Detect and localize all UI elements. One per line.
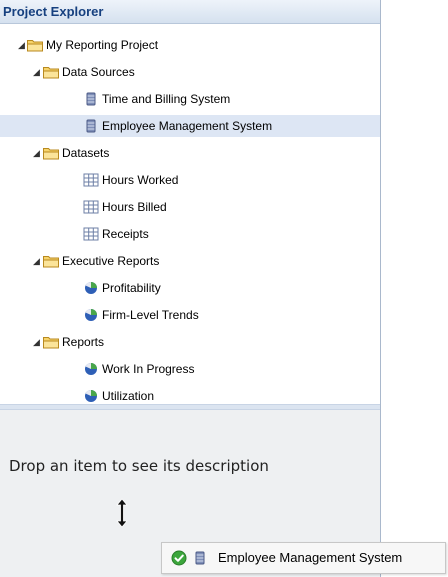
tree-node-report[interactable]: Profitability <box>0 277 380 299</box>
report-icon <box>83 362 99 376</box>
tree-node-label: Firm-Level Trends <box>102 308 199 322</box>
tree-node-executive-reports[interactable]: ◢ Executive Reports <box>0 250 380 272</box>
tree-node-label: My Reporting Project <box>46 38 159 52</box>
tree-node-data-source-selected[interactable]: Employee Management System <box>0 115 380 137</box>
folder-open-icon <box>43 146 59 160</box>
tree-node-datasets[interactable]: ◢ Datasets <box>0 142 380 164</box>
tree-node-label: Employee Management System <box>102 119 273 133</box>
tree-node-report[interactable]: Firm-Level Trends <box>0 304 380 326</box>
folder-open-icon <box>27 38 43 52</box>
drag-preview-label: Employee Management System <box>218 550 403 565</box>
tree-node-label: Data Sources <box>62 65 135 79</box>
expand-arrow-icon[interactable]: ◢ <box>32 61 41 83</box>
report-icon <box>83 389 99 403</box>
database-icon <box>83 92 99 106</box>
expand-arrow-icon[interactable]: ◢ <box>32 331 41 353</box>
expand-arrow-icon[interactable]: ◢ <box>32 250 41 272</box>
tree-node-label: Hours Worked <box>102 173 179 187</box>
tree-node-label: Reports <box>62 335 105 349</box>
tree-node-report[interactable]: Work In Progress <box>0 358 380 380</box>
report-icon <box>83 308 99 322</box>
report-icon <box>83 281 99 295</box>
tree-node-label: Profitability <box>102 281 161 295</box>
tree-node-dataset[interactable]: Receipts <box>0 223 380 245</box>
tree-node-label: Receipts <box>102 227 149 241</box>
resize-vertical-cursor-icon <box>116 498 128 528</box>
tree-node-project[interactable]: ◢ My Reporting Project <box>0 34 380 56</box>
tree-node-label: Time and Billing System <box>102 92 231 106</box>
tree-node-label: Hours Billed <box>102 200 167 214</box>
tree-node-label: Work In Progress <box>102 362 195 376</box>
table-grid-icon <box>83 227 99 241</box>
database-icon <box>83 119 99 133</box>
drop-zone-hint: Drop an item to see its description <box>9 457 269 475</box>
database-icon <box>192 551 208 565</box>
folder-open-icon <box>43 254 59 268</box>
tree-node-label: Executive Reports <box>62 254 160 268</box>
table-grid-icon <box>83 200 99 214</box>
tree-node-reports[interactable]: ◢ Reports <box>0 331 380 353</box>
tree-node-dataset[interactable]: Hours Billed <box>0 196 380 218</box>
tree-node-data-source[interactable]: Time and Billing System <box>0 88 380 110</box>
tree-node-label: Datasets <box>62 146 110 160</box>
green-check-icon <box>171 550 187 566</box>
project-explorer-panel: Project Explorer ◢ My Reporting Project … <box>0 0 381 577</box>
expand-arrow-icon[interactable]: ◢ <box>17 34 26 56</box>
tree-node-data-sources[interactable]: ◢ Data Sources <box>0 61 380 83</box>
tree-node-dataset[interactable]: Hours Worked <box>0 169 380 191</box>
panel-header: Project Explorer <box>0 0 380 24</box>
table-grid-icon <box>83 173 99 187</box>
expand-arrow-icon[interactable]: ◢ <box>32 142 41 164</box>
folder-open-icon <box>43 65 59 79</box>
folder-open-icon <box>43 335 59 349</box>
drag-preview: Employee Management System <box>161 542 446 574</box>
panel-title: Project Explorer <box>3 4 104 19</box>
